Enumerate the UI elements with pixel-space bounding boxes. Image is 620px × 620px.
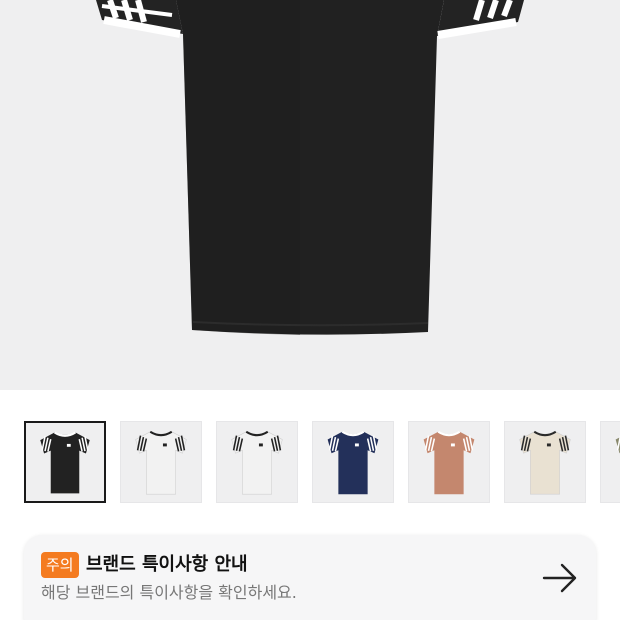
product-detail-page: 주의 브랜드 특이사항 안내 해당 브랜드의 특이사항을 확인하세요.: [0, 0, 620, 620]
product-main-image[interactable]: [0, 0, 620, 390]
color-thumbnail[interactable]: [504, 421, 586, 503]
color-thumbnail[interactable]: [24, 421, 106, 503]
color-thumbnail[interactable]: [120, 421, 202, 503]
navy-tshirt-thumb: [327, 430, 379, 495]
color-thumbnail[interactable]: [600, 421, 620, 503]
notice-subtitle: 해당 브랜드의 특이사항을 확인하세요.: [41, 583, 297, 602]
black-tshirt-thumb: [40, 431, 90, 494]
white-tshirt-thumb: [231, 430, 283, 495]
color-thumbnail[interactable]: [216, 421, 298, 503]
olive-tshirt-thumb: [615, 435, 620, 454]
color-thumbnail[interactable]: [408, 421, 490, 503]
warning-badge: 주의: [41, 552, 79, 578]
white-tshirt-thumb: [135, 430, 187, 495]
tan-tshirt-thumb: [423, 430, 475, 495]
arrow-right-icon[interactable]: [542, 563, 578, 593]
brand-notice-card[interactable]: 주의 브랜드 특이사항 안내 해당 브랜드의 특이사항을 확인하세요.: [24, 535, 596, 620]
color-thumbnail-list: [24, 421, 620, 505]
notice-title: 브랜드 특이사항 안내: [86, 554, 248, 575]
color-thumbnail[interactable]: [312, 421, 394, 503]
black-tshirt-photo: [96, 0, 524, 335]
cream-tshirt-thumb: [519, 430, 571, 495]
